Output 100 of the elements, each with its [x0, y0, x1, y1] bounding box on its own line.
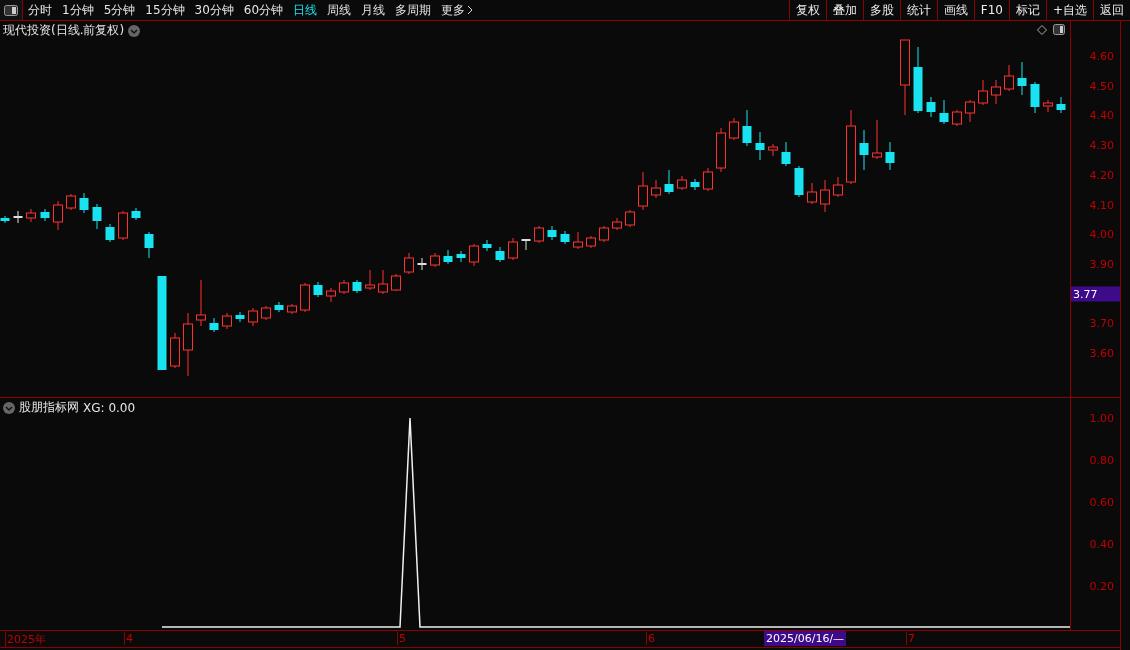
candlestick — [13, 210, 23, 224]
candlestick — [664, 169, 674, 195]
candlestick — [703, 167, 713, 192]
candlestick — [599, 225, 609, 243]
period-tab[interactable]: 15分钟 — [140, 0, 190, 20]
candlestick — [443, 249, 453, 265]
indicator-name: 股朋指标网 — [19, 399, 79, 416]
candlestick — [40, 208, 50, 222]
period-tab[interactable]: 60分钟 — [238, 0, 289, 20]
candlestick — [222, 312, 232, 330]
candlestick — [1017, 61, 1027, 96]
period-tab[interactable]: 周线 — [322, 0, 357, 20]
candlestick — [287, 303, 297, 315]
panel-toggle-button[interactable] — [0, 0, 23, 20]
panel-toggle-icon — [4, 4, 18, 16]
candlestick — [794, 165, 804, 198]
candlestick — [235, 311, 245, 323]
price-tick: 3.90 — [1089, 257, 1114, 271]
period-tab[interactable]: 30分钟 — [189, 0, 239, 20]
price-tick: 4.10 — [1089, 198, 1114, 211]
chart-title: 现代投资(日线.前复权) — [3, 22, 125, 39]
candlestick — [690, 178, 700, 191]
candlestick — [131, 207, 141, 221]
candlestick — [196, 279, 206, 327]
period-tab[interactable]: 多周期 — [390, 0, 437, 20]
candlestick — [521, 238, 531, 251]
date-label: 7 — [906, 632, 915, 645]
date-label: 5 — [397, 632, 406, 645]
dropdown-icon[interactable] — [128, 24, 141, 37]
indicator-tick: 0.60 — [1089, 495, 1114, 509]
candlestick — [547, 225, 557, 241]
candlestick — [872, 119, 882, 160]
candlestick — [430, 252, 440, 268]
date-label: 6 — [646, 632, 655, 645]
candlestick — [755, 131, 765, 161]
candlestick — [926, 96, 936, 118]
candlestick — [105, 223, 115, 243]
candlestick — [66, 193, 76, 211]
diamond-icon[interactable] — [1037, 25, 1047, 35]
candlestick — [965, 99, 975, 123]
period-tab[interactable]: 分时 — [23, 0, 57, 20]
candlestick — [651, 179, 661, 199]
candlestick — [26, 208, 36, 223]
candlestick — [326, 287, 336, 303]
price-tick: 4.60 — [1089, 49, 1114, 63]
candlestick — [339, 279, 349, 295]
indicator-value: XG: 0.00 — [83, 400, 136, 415]
candlestick — [885, 141, 895, 171]
current-price-label: 3.77 — [1071, 286, 1120, 302]
candlestick — [508, 237, 518, 261]
candlestick — [768, 143, 778, 157]
candlestick — [417, 257, 427, 271]
candlestick — [209, 317, 219, 333]
price-tick: 3.70 — [1089, 316, 1114, 330]
indicator-tick: 1.00 — [1089, 411, 1114, 425]
candlestick — [183, 312, 193, 377]
candlestick — [625, 209, 635, 228]
period-tab[interactable]: 月线 — [356, 0, 391, 20]
indicator-tick: 0.80 — [1089, 453, 1114, 467]
candlestick — [53, 200, 63, 231]
panel-toggle-icon[interactable] — [1053, 24, 1065, 35]
indicator-tick: 0.40 — [1089, 537, 1114, 551]
candlestick — [833, 176, 843, 198]
candlestick — [807, 182, 817, 205]
candlestick — [261, 305, 271, 321]
candlestick — [781, 141, 791, 167]
date-label: 4 — [124, 632, 133, 645]
candlestick — [144, 231, 154, 259]
candlestick — [118, 210, 128, 241]
candlestick — [1004, 64, 1014, 92]
period-tab[interactable]: 日线 — [288, 0, 323, 20]
price-tick: 4.30 — [1089, 138, 1114, 152]
candlestick — [313, 281, 323, 298]
candlestick — [92, 203, 102, 230]
candlestick — [913, 46, 923, 114]
date-label: 2025年 — [5, 632, 46, 647]
candlestick — [404, 252, 414, 275]
candlestick — [939, 99, 949, 125]
candlestick — [79, 192, 89, 214]
candlestick — [456, 250, 466, 263]
candlestick — [742, 109, 752, 147]
period-tab[interactable]: 1分钟 — [57, 0, 99, 20]
candlestick — [1030, 81, 1040, 114]
dropdown-icon[interactable] — [3, 401, 15, 414]
candlestick — [248, 307, 258, 327]
candlestick — [612, 217, 622, 231]
candlestick — [300, 282, 310, 313]
chevron-icon — [467, 5, 474, 15]
period-tab[interactable]: 5分钟 — [98, 0, 141, 20]
more-button[interactable]: 更多 — [436, 0, 479, 20]
candlestick — [534, 225, 544, 244]
price-tick: 4.40 — [1089, 108, 1114, 122]
candlestick — [274, 301, 284, 313]
price-tick: 3.60 — [1089, 346, 1114, 360]
candlestick — [560, 230, 570, 245]
price-tick: 4.00 — [1089, 227, 1114, 241]
indicator-tick: 0.20 — [1089, 579, 1114, 593]
candlestick — [1056, 96, 1066, 114]
candlestick — [952, 109, 962, 127]
candlestick — [573, 231, 583, 250]
